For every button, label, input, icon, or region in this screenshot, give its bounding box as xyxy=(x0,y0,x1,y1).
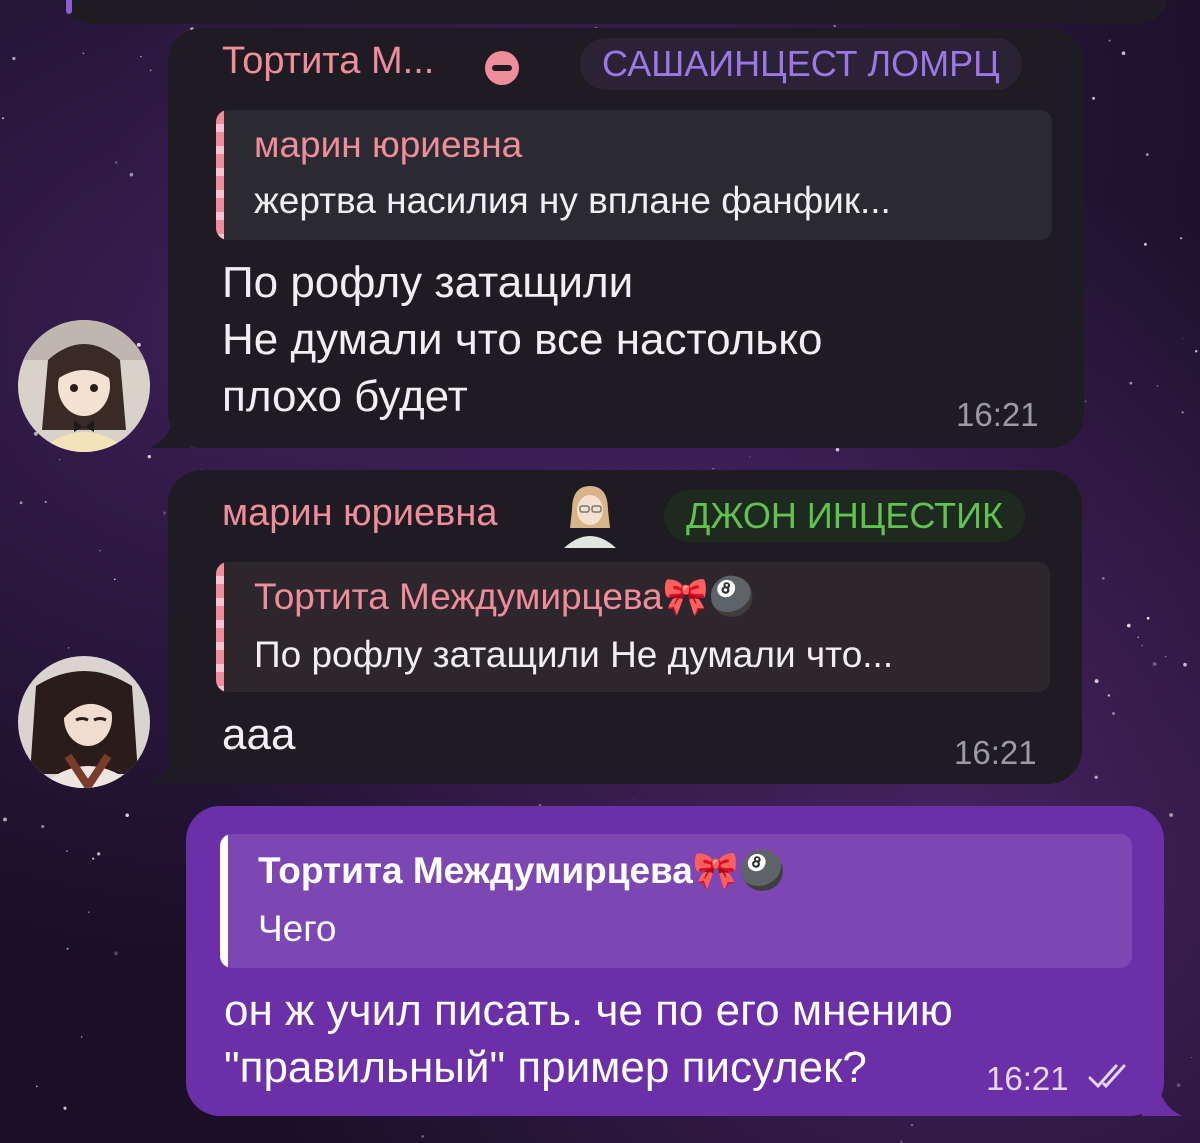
star xyxy=(835,447,840,452)
star xyxy=(67,647,70,649)
star xyxy=(19,501,23,505)
previous-message-bubble xyxy=(60,0,1170,24)
star xyxy=(129,172,134,177)
star xyxy=(1141,644,1143,647)
star xyxy=(1194,349,1198,353)
blocked-status-icon xyxy=(485,51,519,85)
star xyxy=(162,511,167,515)
message-bubble[interactable]: марин юриевна ДЖОН ИНЦЕСТИК Тортита Межд… xyxy=(150,470,1082,784)
message-time: 16:21 xyxy=(986,1060,1069,1097)
star xyxy=(421,1135,424,1138)
message-text: он ж учил писать. че по его мнению "прав… xyxy=(224,986,953,1092)
star xyxy=(833,25,836,28)
star xyxy=(1143,242,1147,246)
star xyxy=(125,813,129,817)
bubble-tail xyxy=(150,744,190,784)
reply-author-emoji: 🎀🎱 xyxy=(692,850,786,891)
star xyxy=(1182,338,1184,340)
star xyxy=(1156,385,1159,387)
star xyxy=(113,578,116,581)
star xyxy=(1107,694,1111,697)
star xyxy=(1108,39,1111,42)
star xyxy=(99,549,101,552)
reply-text: Чего xyxy=(258,908,337,949)
star xyxy=(1084,400,1087,403)
star xyxy=(1183,662,1187,667)
reply-accent-bar xyxy=(216,562,224,692)
star xyxy=(1146,616,1150,620)
reply-text: жертва насилия ну вплане фанфик... xyxy=(254,180,891,221)
star xyxy=(1152,662,1157,666)
message-text: ааа xyxy=(222,710,296,759)
star xyxy=(87,911,90,914)
star xyxy=(900,1140,903,1143)
bubble-tail xyxy=(1142,1076,1182,1116)
star xyxy=(1126,623,1131,628)
message-time: 16:21 xyxy=(956,396,1039,433)
star xyxy=(66,947,69,950)
star xyxy=(92,857,95,860)
star xyxy=(140,55,142,58)
star xyxy=(82,52,85,55)
star xyxy=(1094,679,1099,684)
reply-quote[interactable]: марин юриевна жертва насилия ну вплане ф… xyxy=(216,110,1052,240)
message-time: 16:21 xyxy=(954,734,1037,771)
reply-quote[interactable]: Тортита Междумирцева🎀🎱 По рофлу затащили… xyxy=(216,562,1050,692)
reply-text: По рофлу затащили Не думали что... xyxy=(254,634,894,675)
star xyxy=(1181,411,1184,414)
star xyxy=(44,500,47,503)
star xyxy=(633,798,635,800)
star xyxy=(114,161,118,164)
star xyxy=(1169,813,1174,817)
star xyxy=(910,1124,914,1127)
star xyxy=(12,56,16,61)
star xyxy=(749,456,751,458)
message-bubble[interactable]: Тортита М... САШАИНЦЕСТ ЛОМРЦ марин юрие… xyxy=(150,28,1084,448)
star xyxy=(1092,96,1096,100)
reply-accent-bar xyxy=(216,110,224,240)
star xyxy=(1111,711,1116,715)
bubble-tail xyxy=(150,408,190,448)
reply-author: Тортита Междумирцева🎀🎱 xyxy=(258,850,786,891)
star xyxy=(1191,1056,1193,1058)
reply-author: марин юриевна xyxy=(254,124,523,165)
star xyxy=(1121,51,1126,56)
sender-name[interactable]: марин юриевна xyxy=(222,492,497,535)
star xyxy=(1164,655,1167,658)
star xyxy=(1101,576,1105,580)
star xyxy=(97,852,101,856)
star xyxy=(113,951,118,956)
star xyxy=(1179,237,1183,240)
emoji-status-icon xyxy=(564,486,616,548)
star xyxy=(147,455,151,459)
star xyxy=(66,850,68,852)
message-text: По рофлу затащили Не думали что все наст… xyxy=(222,258,823,421)
star xyxy=(41,824,45,829)
sender-name[interactable]: Тортита М... xyxy=(222,40,434,83)
star xyxy=(3,817,7,822)
star xyxy=(1129,381,1133,385)
star xyxy=(63,1106,67,1110)
reply-accent-bar xyxy=(220,834,228,968)
star xyxy=(36,1085,38,1088)
star xyxy=(1094,775,1098,779)
reply-author-emoji: 🎀🎱 xyxy=(662,576,755,617)
reply-author: Тортита Междумирцева🎀🎱 xyxy=(254,576,755,617)
avatar[interactable] xyxy=(18,656,150,788)
outgoing-message-bubble[interactable]: Тортита Междумирцева🎀🎱 Чего он ж учил пи… xyxy=(186,806,1182,1116)
avatar[interactable] xyxy=(18,320,150,452)
star xyxy=(80,1036,83,1038)
star xyxy=(1,117,5,120)
star xyxy=(149,69,152,72)
star xyxy=(59,459,61,461)
reply-quote[interactable]: Тортита Междумирцева🎀🎱 Чего xyxy=(220,834,1132,968)
member-tag: САШАИНЦЕСТ ЛОМРЦ xyxy=(580,38,1022,90)
star xyxy=(1137,636,1139,638)
star xyxy=(136,342,141,347)
member-tag: ДЖОН ИНЦЕСТИК xyxy=(664,490,1025,542)
double-check-read-icon xyxy=(1088,1064,1126,1089)
star xyxy=(1145,153,1149,156)
